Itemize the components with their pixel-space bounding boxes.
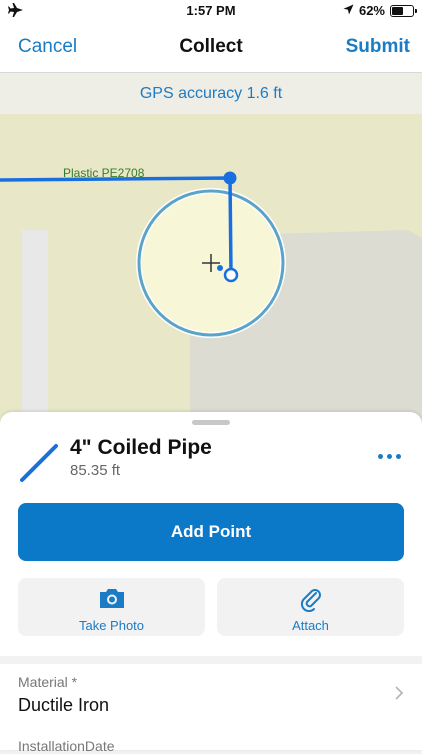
dot-icon xyxy=(377,453,383,459)
paperclip-icon xyxy=(217,586,404,617)
map-road xyxy=(22,230,48,424)
camera-icon xyxy=(18,586,205,615)
more-options-button[interactable] xyxy=(374,446,404,466)
feature-sheet: 4" Coiled Pipe 85.35 ft Add Point Take P… xyxy=(0,412,422,754)
navigation-bar: Cancel Collect Submit xyxy=(0,22,422,73)
current-vertex xyxy=(223,267,239,283)
take-photo-label: Take Photo xyxy=(78,618,145,633)
feature-title: 4" Coiled Pipe xyxy=(70,436,212,459)
material-value[interactable]: Ductile Iron xyxy=(18,695,109,716)
gps-location-dot xyxy=(217,265,223,271)
dot-icon xyxy=(386,453,392,459)
add-point-button[interactable]: Add Point xyxy=(18,503,404,561)
status-bar: 1:57 PM 62% xyxy=(0,0,422,22)
submit-button[interactable]: Submit xyxy=(346,36,410,58)
map-view[interactable]: Plastic PE2708 xyxy=(0,114,422,424)
battery-percent: 62% xyxy=(358,3,385,18)
material-label: Material * xyxy=(18,674,78,690)
polyline-icon xyxy=(20,444,58,482)
pipe-label: Plastic PE2708 xyxy=(63,166,145,180)
sheet-grabber[interactable] xyxy=(192,420,230,425)
installation-date-label: InstallationDate xyxy=(18,738,115,754)
dot-icon xyxy=(395,453,401,459)
section-divider xyxy=(0,656,422,664)
feature-length: 85.35 ft xyxy=(70,462,121,479)
gps-accuracy-banner: GPS accuracy 1.6 ft xyxy=(0,73,422,115)
location-arrow-icon xyxy=(343,3,354,18)
battery-icon xyxy=(390,4,417,17)
take-photo-button[interactable]: Take Photo xyxy=(18,578,205,636)
vertex-point xyxy=(223,171,237,185)
attach-button[interactable]: Attach xyxy=(217,578,404,636)
attach-label: Attach xyxy=(292,618,329,633)
chevron-right-icon[interactable] xyxy=(394,686,404,700)
